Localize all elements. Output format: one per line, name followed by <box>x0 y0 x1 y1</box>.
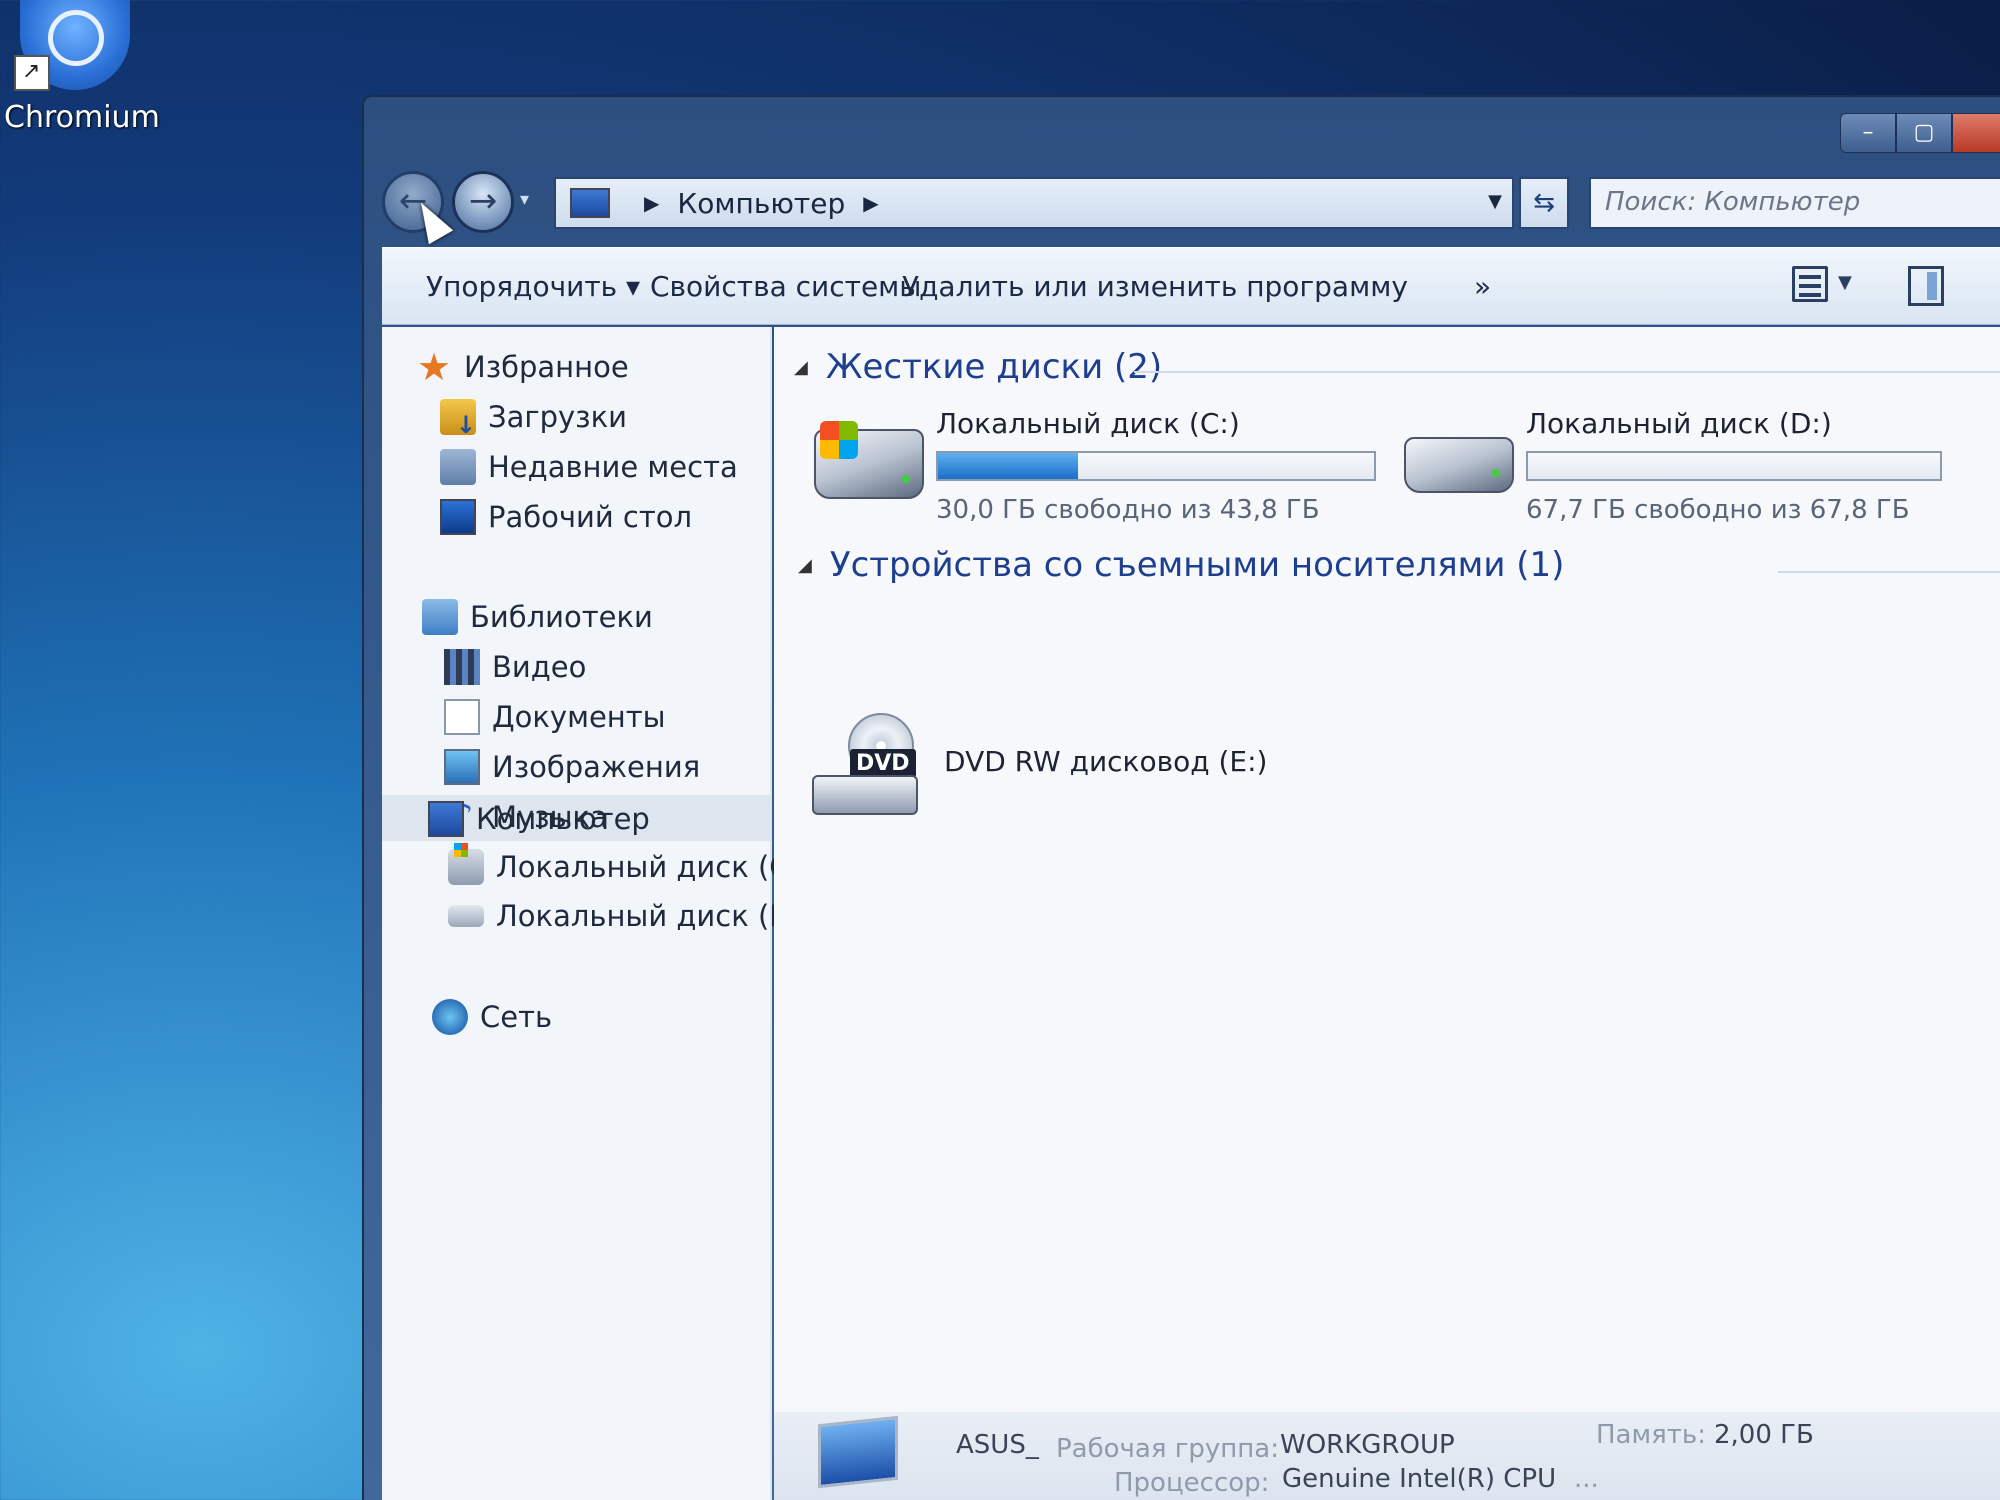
memory-label: Память: <box>1596 1420 1706 1450</box>
drive-usage-bar <box>936 451 1376 481</box>
sidebar-item-label: Сеть <box>480 1000 553 1034</box>
video-library-icon <box>444 649 480 685</box>
refresh-button[interactable]: ⇆ <box>1519 177 1569 229</box>
documents-library-icon <box>444 699 480 735</box>
group-divider <box>1778 571 2000 573</box>
uninstall-program-button[interactable]: Удалить или изменить программу <box>902 270 1408 303</box>
drive-name: Локальный диск (C:) <box>936 407 1240 440</box>
view-dropdown-icon[interactable]: ▼ <box>1838 272 1852 293</box>
drive-tile-d[interactable]: Локальный диск (D:) 67,7 ГБ свободно из … <box>1404 407 1964 527</box>
drive-free-space: 67,7 ГБ свободно из 67,8 ГБ <box>1526 495 1910 525</box>
recent-pages-dropdown[interactable]: ▾ <box>520 189 529 210</box>
sidebar-item-libraries[interactable]: Библиотеки <box>422 599 653 635</box>
forward-button[interactable]: → <box>452 171 514 233</box>
sidebar-item-desktop[interactable]: Рабочий стол <box>440 499 692 535</box>
workgroup-value: WORKGROUP <box>1280 1430 1455 1460</box>
pc-name: ASUS_ <box>956 1430 1039 1460</box>
memory-value: 2,00 ГБ <box>1714 1420 1814 1450</box>
system-drive-icon <box>814 421 924 499</box>
sidebar-item-label: Недавние места <box>488 450 738 484</box>
shortcut-arrow-icon <box>14 55 50 91</box>
computer-icon <box>818 1415 898 1489</box>
desktop-icon <box>440 499 476 535</box>
downloads-folder-icon <box>440 399 476 439</box>
drive-usage-fill <box>938 453 1078 479</box>
organize-button[interactable]: Упорядочить ▾ <box>426 270 640 303</box>
address-dropdown-icon[interactable]: ▼ <box>1488 191 1502 212</box>
images-library-icon <box>444 749 480 785</box>
hard-drive-icon <box>448 905 484 927</box>
sidebar-item-disk-d[interactable]: Локальный диск (D <box>448 899 792 933</box>
group-header-removable[interactable]: ◢ Устройства со съемными носителями (1) <box>798 545 1564 585</box>
dvd-drive-icon[interactable]: DVD <box>812 713 922 817</box>
star-icon: ★ <box>416 345 452 389</box>
dvd-drive-name[interactable]: DVD RW дисковод (E:) <box>944 745 1267 778</box>
libraries-icon <box>422 599 458 635</box>
drive-usage-bar <box>1526 451 1942 481</box>
sidebar-item-favorites[interactable]: ★ Избранное <box>416 345 629 389</box>
more-commands-button[interactable]: » <box>1474 270 1491 303</box>
hard-drive-icon <box>1404 437 1514 493</box>
collapse-triangle-icon[interactable]: ◢ <box>798 555 812 576</box>
title-bar: – ▢ <box>364 97 2000 167</box>
command-bar: Упорядочить ▾ Свойства системы Удалить и… <box>382 247 2000 325</box>
dvd-badge: DVD <box>850 749 916 778</box>
sidebar-item-label: Рабочий стол <box>488 500 693 534</box>
sidebar-item-documents[interactable]: Документы <box>444 699 666 735</box>
preview-pane-icon[interactable] <box>1908 266 1944 306</box>
system-drive-icon <box>448 843 484 885</box>
navigation-pane: ★ Избранное Загрузки Недавние места Рабо… <box>382 327 792 1500</box>
sidebar-item-video[interactable]: Видео <box>444 649 586 685</box>
desktop-icon-label: Chromium <box>4 100 160 135</box>
sidebar-item-label: Библиотеки <box>470 600 653 634</box>
sidebar-item-label: Документы <box>492 700 666 734</box>
group-header-hard-disks[interactable]: ◢ Жесткие диски (2) <box>794 347 1162 387</box>
sidebar-item-network[interactable]: Сеть <box>432 999 552 1035</box>
sidebar-item-disk-c[interactable]: Локальный диск (C <box>448 843 790 885</box>
cpu-value: Genuine Intel(R) CPU <box>1282 1464 1557 1494</box>
cpu-label: Процессор: <box>1114 1468 1270 1498</box>
sidebar-item-images[interactable]: Изображения <box>444 749 700 785</box>
sidebar-item-label: Изображения <box>492 750 701 784</box>
breadcrumb-computer[interactable]: Компьютер <box>677 187 845 220</box>
change-view-icon[interactable] <box>1792 266 1828 302</box>
recent-places-icon <box>440 449 476 485</box>
drive-free-space: 30,0 ГБ свободно из 43,8 ГБ <box>936 495 1320 525</box>
drive-body <box>812 775 918 815</box>
sidebar-item-recent-places[interactable]: Недавние места <box>440 449 738 485</box>
address-bar[interactable]: ▶ Компьютер ▶ ▼ <box>554 177 1514 229</box>
breadcrumb-separator-icon[interactable]: ▶ <box>863 191 878 215</box>
close-button[interactable] <box>1952 113 2000 153</box>
content-pane: ◢ Жесткие диски (2) Локальный диск (C:) … <box>774 327 2000 1500</box>
drive-tile-c[interactable]: Локальный диск (C:) 30,0 ГБ свободно из … <box>814 407 1376 527</box>
collapse-triangle-icon[interactable]: ◢ <box>794 357 808 378</box>
sidebar-item-label: Компьютер <box>476 802 650 836</box>
sidebar-item-label: Локальный диск (C <box>496 850 790 884</box>
group-divider <box>1134 371 2000 373</box>
sidebar-item-label: Локальный диск (D <box>496 899 792 933</box>
sidebar-item-label: Загрузки <box>488 400 627 434</box>
workgroup-label: Рабочая группа: <box>1056 1434 1279 1464</box>
sidebar-item-downloads[interactable]: Загрузки <box>440 399 627 439</box>
breadcrumb-separator-icon[interactable]: ▶ <box>644 191 659 215</box>
explorer-window: – ▢ ← → ▾ ▶ Компьютер ▶ ▼ ⇆ Поиск: Компь… <box>362 95 2000 1500</box>
computer-icon <box>570 188 610 218</box>
sidebar-item-computer[interactable]: Компьютер <box>428 801 650 837</box>
system-properties-button[interactable]: Свойства системы <box>650 270 921 303</box>
sidebar-item-label: Видео <box>492 650 587 684</box>
group-title: Жесткие диски (2) <box>825 347 1163 387</box>
details-pane: ASUS_ Рабочая группа: WORKGROUP Память: … <box>774 1412 2000 1500</box>
cpu-more: ... <box>1574 1464 1599 1494</box>
network-icon <box>432 999 468 1035</box>
minimize-button[interactable]: – <box>1840 113 1896 153</box>
search-input[interactable]: Поиск: Компьютер <box>1589 177 2000 229</box>
drive-name: Локальный диск (D:) <box>1526 407 1832 440</box>
navigation-bar: ← → ▾ ▶ Компьютер ▶ ▼ ⇆ Поиск: Компьютер <box>382 167 2000 237</box>
chromium-desktop-icon[interactable]: Chromium <box>0 0 170 150</box>
group-title: Устройства со съемными носителями (1) <box>829 545 1565 585</box>
sidebar-item-label: Избранное <box>464 350 629 384</box>
maximize-button[interactable]: ▢ <box>1896 113 1952 153</box>
computer-icon <box>428 801 464 837</box>
